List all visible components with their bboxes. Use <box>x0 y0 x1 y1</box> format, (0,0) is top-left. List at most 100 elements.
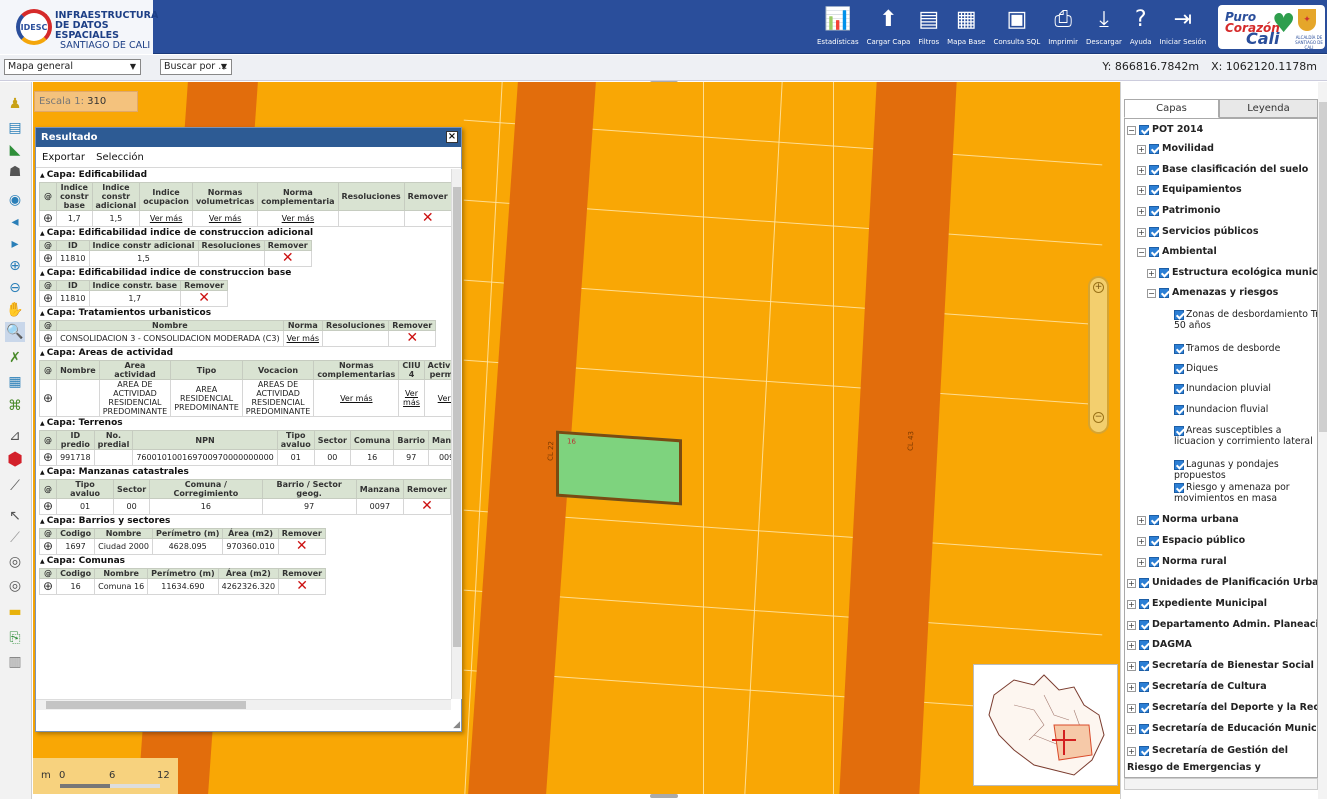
tab-capas[interactable]: Capas <box>1124 99 1219 118</box>
ver-mas-link[interactable]: Ver más <box>340 394 372 403</box>
remove-cell[interactable]: ✕ <box>278 578 327 595</box>
layer-checkbox[interactable] <box>1149 247 1159 257</box>
layer-node[interactable]: + Norma rural <box>1137 555 1227 569</box>
result-vertical-scrollbar[interactable] <box>451 169 462 699</box>
scale-input[interactable]: Escala 1: 310 <box>34 91 138 112</box>
layer-leaf[interactable]: Diques <box>1174 363 1317 374</box>
layer-checkbox[interactable] <box>1139 599 1149 609</box>
layer-leaf[interactable]: Inundacion pluvial <box>1174 383 1317 394</box>
clear-select-icon[interactable]: ⟋ <box>5 528 25 548</box>
zoom-to-feature-icon[interactable]: ⊕ <box>38 498 58 515</box>
layers-vertical-scrollbar[interactable] <box>1318 82 1327 799</box>
result-panel-title[interactable]: Resultado × <box>36 128 461 147</box>
layer-checkbox[interactable] <box>1149 165 1159 175</box>
idesc-logo[interactable]: IDESC INFRAESTRUCTURA DE DATOS ESPACIALE… <box>0 0 158 54</box>
toolbar-upload-layer-button[interactable]: ⬆ Cargar Capa <box>867 0 911 54</box>
layer-checkbox[interactable] <box>1139 125 1149 135</box>
layer-checkbox[interactable] <box>1159 268 1169 278</box>
expand-icon[interactable]: + <box>1127 682 1136 692</box>
layer-checkbox[interactable] <box>1149 206 1159 216</box>
export-icon[interactable]: ⎘ <box>5 628 25 648</box>
zoom-to-feature-icon[interactable]: ⊕ <box>38 538 58 555</box>
layer-checkbox[interactable] <box>1174 343 1184 354</box>
layer-section-title[interactable]: ▲ Capa: Comunas <box>36 555 451 568</box>
layer-checkbox[interactable] <box>1149 227 1159 237</box>
collapse-icon[interactable]: ▲ <box>40 230 47 237</box>
toolbar-printer-button[interactable]: ⎙ Imprimir <box>1048 0 1078 54</box>
expand-icon[interactable]: + <box>1137 185 1146 195</box>
layer-checkbox[interactable] <box>1174 363 1184 374</box>
expand-icon[interactable]: + <box>1147 268 1156 278</box>
expand-icon[interactable]: + <box>1127 703 1136 713</box>
collapse-icon[interactable]: ▲ <box>40 270 47 277</box>
grid-icon[interactable]: ▦ <box>5 372 25 392</box>
collapse-icon[interactable]: − <box>1137 247 1146 257</box>
layer-node[interactable]: + Secretaría de Gestión del Riesgo de Eme… <box>1127 743 1317 777</box>
layer-node[interactable]: + Servicios públicos <box>1137 225 1258 239</box>
collapse-icon[interactable]: ▲ <box>40 518 47 525</box>
layer-leaf[interactable]: Inundacion fluvial <box>1174 404 1317 415</box>
remove-icon[interactable]: ✕ <box>296 538 308 554</box>
layer-node[interactable]: + Unidades de Planificación Urbana <box>1127 576 1317 590</box>
layer-section-title[interactable]: ▲ Capa: Edificabilidad <box>36 169 451 182</box>
next-view-icon[interactable]: ▸ <box>5 234 25 254</box>
layer-node[interactable]: + Estructura ecológica municipal <box>1147 266 1317 280</box>
layer-node[interactable]: + Secretaría de Educación Municipal <box>1127 722 1317 736</box>
layer-section-title[interactable]: ▲ Capa: Areas de actividad <box>36 347 451 360</box>
expand-icon[interactable]: + <box>1137 536 1146 546</box>
map-extent-icon[interactable]: ◣ <box>5 140 25 160</box>
zoom-to-feature-icon[interactable]: ⊕ <box>38 578 58 595</box>
overview-minimap[interactable] <box>973 664 1118 786</box>
remove-icon[interactable]: ✕ <box>406 330 418 346</box>
expand-icon[interactable]: + <box>1137 557 1146 567</box>
remove-icon[interactable]: ✕ <box>421 498 433 514</box>
expand-icon[interactable]: + <box>1137 165 1146 175</box>
expand-icon[interactable]: + <box>1127 661 1136 671</box>
toolbar-download-button[interactable]: ⤓ Descargar <box>1086 0 1122 54</box>
zoom-to-feature-icon[interactable]: ⊕ <box>38 379 58 417</box>
layer-node[interactable]: + Movilidad <box>1137 142 1214 156</box>
layer-checkbox[interactable] <box>1149 185 1159 195</box>
zoom-to-feature-icon[interactable]: ⊕ <box>38 290 58 307</box>
zoom-in-icon[interactable]: + <box>1093 282 1104 293</box>
expand-icon[interactable]: + <box>1127 578 1136 588</box>
layer-leaf[interactable]: Lagunas y pondajes propuestos <box>1174 459 1317 481</box>
layer-node[interactable]: + Secretaría de Bienestar Social <box>1127 659 1314 673</box>
collapse-icon[interactable]: ▲ <box>40 558 47 565</box>
layer-checkbox[interactable] <box>1174 404 1184 415</box>
layer-node[interactable]: + Patrimonio <box>1137 204 1221 218</box>
identify-icon[interactable]: 🔍 <box>5 322 25 342</box>
street-view-icon[interactable]: ♟ <box>5 94 25 114</box>
expand-icon[interactable]: + <box>1127 599 1136 609</box>
layer-node[interactable]: + Departamento Admin. Planeación <box>1127 618 1317 632</box>
layer-checkbox[interactable] <box>1174 482 1184 493</box>
layer-node[interactable]: + Norma urbana <box>1137 513 1239 527</box>
zoom-extent-icon[interactable]: ◉ <box>5 190 25 210</box>
layer-section-title[interactable]: ▲ Capa: Tratamientos urbanisticos <box>36 307 451 320</box>
collapse-icon[interactable]: ▲ <box>40 420 47 427</box>
tab-leyenda[interactable]: Leyenda <box>1219 99 1318 118</box>
collapse-icon[interactable]: ▲ <box>40 172 47 179</box>
remove-cell[interactable]: ✕ <box>402 498 451 515</box>
toolbar-basemap-button[interactable]: ▦ Mapa Base <box>947 0 985 54</box>
export-menu[interactable]: Exportar <box>42 152 85 163</box>
zoom-out-icon[interactable]: − <box>1093 412 1104 423</box>
layer-checkbox[interactable] <box>1139 620 1149 630</box>
ver-mas-link[interactable]: Ver más <box>209 214 241 223</box>
zoom-to-feature-icon[interactable]: ⊕ <box>38 330 58 347</box>
remove-cell[interactable]: ✕ <box>180 290 229 307</box>
collapse-icon[interactable]: ▲ <box>40 310 47 317</box>
layer-node[interactable]: − Amenazas y riesgos <box>1147 286 1278 300</box>
expand-icon[interactable]: + <box>1127 724 1136 734</box>
selection-menu[interactable]: Selección <box>96 152 144 163</box>
layer-node[interactable]: − POT 2014 <box>1127 123 1203 137</box>
toolbar-filter-button[interactable]: ▤ Filtros <box>918 0 939 54</box>
selected-parcel[interactable]: 16 <box>556 430 682 506</box>
remove-cell[interactable]: ✕ <box>263 250 312 267</box>
layer-node[interactable]: + Secretaría de Cultura <box>1127 680 1267 694</box>
toolbar-help-button[interactable]: ? Ayuda <box>1130 0 1152 54</box>
zoom-out-icon[interactable]: ⊖ <box>5 278 25 298</box>
ver-mas-link[interactable]: Ver más <box>403 389 420 407</box>
layer-checkbox[interactable] <box>1174 383 1184 394</box>
layer-section-title[interactable]: ▲ Capa: Barrios y sectores <box>36 515 451 528</box>
